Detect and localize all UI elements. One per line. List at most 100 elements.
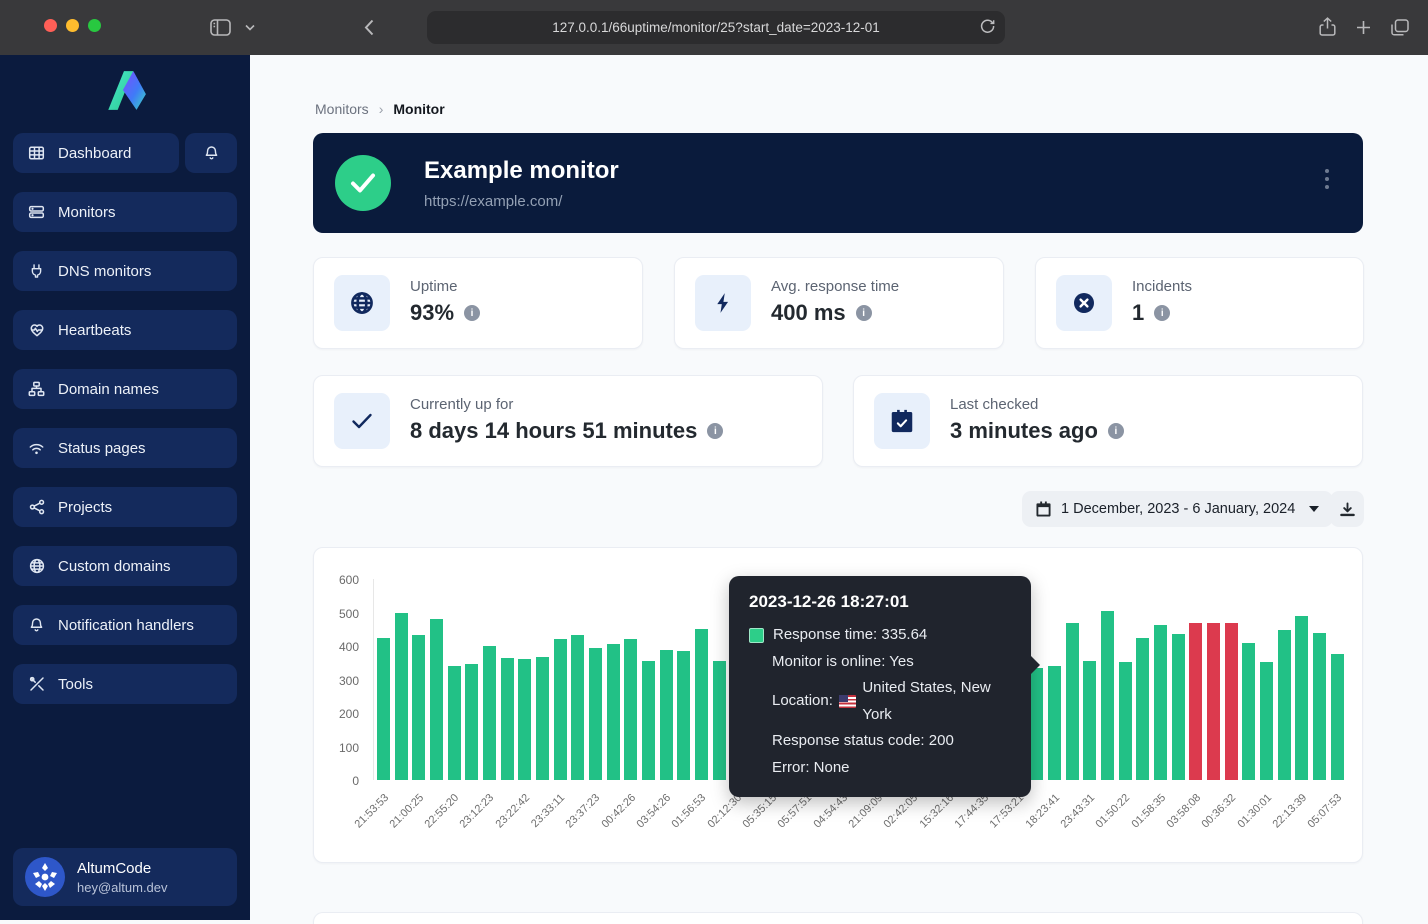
sidebar-item-dashboard[interactable]: Dashboard [13,133,179,173]
stat-label: Last checked [950,396,1038,413]
chart-bar-up[interactable] [518,659,531,780]
back-button[interactable] [355,14,383,40]
y-axis-tick: 400 [319,640,359,654]
chart-bar-down[interactable] [1189,623,1202,780]
stat-label: Currently up for [410,396,513,413]
monitor-name: Example monitor [424,157,619,185]
info-icon[interactable]: i [1108,423,1124,439]
download-chart-button[interactable] [1330,491,1364,527]
chart-bar-up[interactable] [1119,662,1132,780]
wifi-icon [28,441,45,456]
reload-icon[interactable] [980,18,995,34]
chart-bar-up[interactable] [412,635,425,780]
sidebar-item-dns-monitors[interactable]: DNS monitors [13,251,237,291]
stat-card-currently-up-for: Currently up for8 days 14 hours 51 minut… [313,375,823,467]
chart-bar-up[interactable] [1048,666,1061,780]
sidebar-nav: Dashboard Monitors DNS monitors Heartbeats D… [0,133,250,723]
breadcrumb-monitors-link[interactable]: Monitors [315,101,369,117]
server-icon [28,204,45,220]
close-window-button[interactable] [44,19,57,32]
chart-bar-up[interactable] [483,646,496,780]
zoom-window-button[interactable] [88,19,101,32]
date-range-picker[interactable]: 1 December, 2023 - 6 January, 2024 [1022,491,1333,527]
info-icon[interactable]: i [707,423,723,439]
chart-bar-up[interactable] [589,648,602,780]
globe-icon [28,558,45,574]
chart-bar-up[interactable] [695,629,708,780]
chevron-down-icon[interactable] [236,14,264,40]
chart-bar-up[interactable] [377,638,390,780]
y-axis-line [373,579,374,780]
chart-bar-up[interactable] [536,657,549,780]
monitor-url: https://example.com/ [424,193,562,210]
chart-bar-up[interactable] [448,666,461,780]
sidebar-item-label: Custom domains [58,558,171,575]
chart-bar-up[interactable] [1030,668,1043,780]
sidebar-item-tools[interactable]: Tools [13,664,237,704]
chart-bar-up[interactable] [571,635,584,780]
nav-row: Notification handlers [13,605,237,645]
info-icon[interactable]: i [464,305,480,321]
info-icon[interactable]: i [856,305,872,321]
chart-bar-up[interactable] [1172,634,1185,780]
sidebar-item-heartbeats[interactable]: Heartbeats [13,310,237,350]
sidebar-item-custom-domains[interactable]: Custom domains [13,546,237,586]
chart-bar-up[interactable] [430,619,443,780]
table-icon [28,145,45,161]
chart-bar-up[interactable] [607,644,620,780]
x-axis-label: 23:43:31 [1032,792,1097,857]
chart-bar-up[interactable] [660,650,673,780]
sidebar-item-monitors[interactable]: Monitors [13,192,237,232]
chart-bar-up[interactable] [1083,661,1096,780]
chart-bar-up[interactable] [713,661,726,780]
share-nodes-icon [28,499,45,515]
y-axis-tick: 600 [319,573,359,587]
notifications-button[interactable] [185,133,237,173]
chart-bar-up[interactable] [677,651,690,780]
chart-bar-up[interactable] [642,661,655,780]
chart-bar-up[interactable] [465,664,478,780]
sidebar: Dashboard Monitors DNS monitors Heartbeats D… [0,55,250,920]
stat-label: Avg. response time [771,278,899,295]
x-axis-label: 03:58:08 [1138,792,1203,857]
info-icon[interactable]: i [1154,305,1170,321]
user-card[interactable]: AltumCode hey@altum.dev [13,848,237,906]
tools-icon [28,676,45,692]
monitor-menu-button[interactable] [1325,169,1329,189]
minimize-window-button[interactable] [66,19,79,32]
tooltip-row: Error: None [749,755,1011,782]
chart-bar-up[interactable] [1278,630,1291,780]
address-bar[interactable]: 127.0.0.1/66uptime/monitor/25?start_date… [427,11,1005,44]
sidebar-item-notification-handlers[interactable]: Notification handlers [13,605,237,645]
new-tab-icon[interactable] [1349,14,1377,40]
chart-bar-up[interactable] [1242,643,1255,780]
chart-bar-up[interactable] [1260,662,1273,780]
chart-bar-up[interactable] [1331,654,1344,780]
chart-bar-down[interactable] [1207,623,1220,780]
chart-bar-down[interactable] [1225,623,1238,780]
sidebar-item-status-pages[interactable]: Status pages [13,428,237,468]
chart-bar-up[interactable] [1295,616,1308,780]
share-icon[interactable] [1313,14,1341,40]
sidebar-item-label: Domain names [58,381,159,398]
chart-bar-up[interactable] [1101,611,1114,780]
stat-card-last-checked: Last checked3 minutes agoi [853,375,1363,467]
calendar-check-icon [874,393,930,449]
chart-bar-up[interactable] [501,658,514,780]
chart-bar-up[interactable] [395,613,408,780]
sidebar-item-label: DNS monitors [58,263,151,280]
sidebar-toggle-icon[interactable] [206,14,234,40]
chart-bar-up[interactable] [1136,638,1149,780]
sidebar-item-projects[interactable]: Projects [13,487,237,527]
chart-bar-up[interactable] [554,639,567,780]
tooltip-title: 2023-12-26 18:27:01 [749,592,1011,612]
sidebar-item-domain-names[interactable]: Domain names [13,369,237,409]
chart-bar-up[interactable] [1154,625,1167,780]
chart-bar-up[interactable] [624,639,637,780]
y-axis-tick: 500 [319,607,359,621]
url-text: 127.0.0.1/66uptime/monitor/25?start_date… [552,20,880,35]
chart-bar-up[interactable] [1313,633,1326,780]
tab-overview-icon[interactable] [1386,14,1414,40]
stat-value: 400 msi [771,300,872,326]
chart-bar-up[interactable] [1066,623,1079,780]
